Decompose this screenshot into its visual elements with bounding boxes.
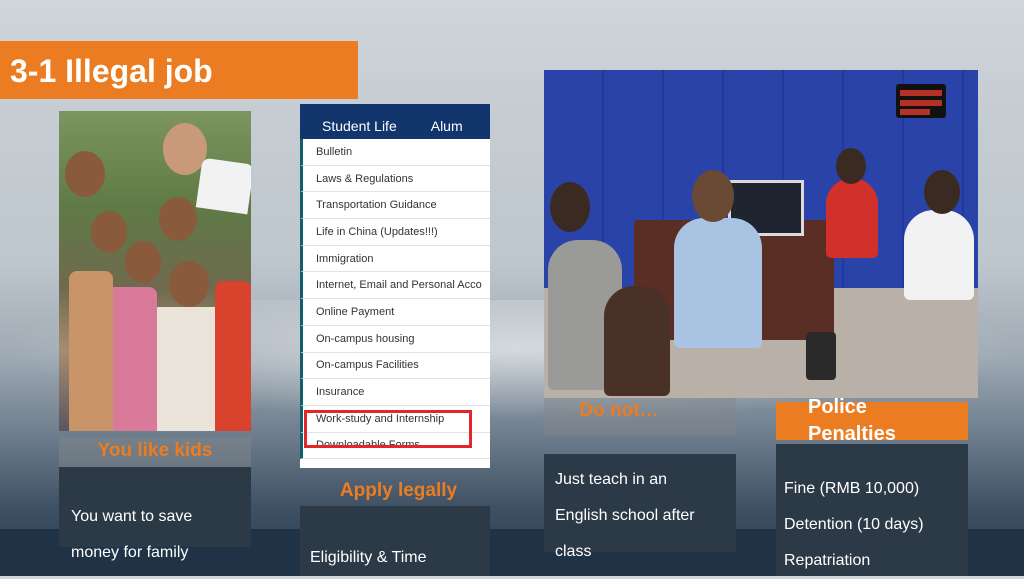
menu-item-insurance[interactable]: Insurance xyxy=(300,379,490,406)
penalties-title-line1: Police xyxy=(808,396,867,418)
title-banner: 3-1 Illegal job xyxy=(0,41,358,99)
digital-clock xyxy=(896,84,946,118)
menu-item-facilities[interactable]: On-campus Facilities xyxy=(300,352,490,380)
kid-shirt xyxy=(215,281,251,431)
penalty-detention: Detention (10 days) xyxy=(784,516,924,533)
kids-label: You like kids xyxy=(97,440,213,461)
chair xyxy=(604,286,670,396)
donot-text-line2: English school after xyxy=(555,507,695,524)
menu-item-internet[interactable]: Internet, Email and Personal Acco xyxy=(300,272,490,300)
apply-label: Apply legally xyxy=(339,480,458,501)
penalties-title: Police Penalties xyxy=(808,394,896,448)
trash-bin xyxy=(806,332,836,380)
officer-head xyxy=(692,170,734,222)
penalty-repatriation: Repatriation xyxy=(784,552,871,569)
menu-item-online-payment[interactable]: Online Payment xyxy=(300,299,490,326)
slide-title: 3-1 Illegal job xyxy=(10,53,213,89)
kid-face xyxy=(125,241,161,283)
apply-card: Eligibility & Time xyxy=(300,506,490,576)
paper-sheet xyxy=(195,157,251,215)
menu-tab-student-life[interactable]: Student Life xyxy=(322,118,397,134)
person-head xyxy=(836,148,866,184)
menu-item-laws[interactable]: Laws & Regulations xyxy=(300,165,490,193)
donot-text-line1: Just teach in an xyxy=(555,471,668,488)
kids-text-line1: You want to save xyxy=(71,508,193,525)
menu-item-life-in-china[interactable]: Life in China (Updates!!!) xyxy=(300,219,490,246)
donot-text-line3: class xyxy=(555,543,592,560)
penalties-header: Police Penalties xyxy=(776,396,968,445)
apply-text: Eligibility & Time xyxy=(310,549,427,566)
menu-tab-alum[interactable]: Alum xyxy=(431,118,463,134)
person-red-shirt xyxy=(826,178,878,258)
kid-face xyxy=(65,151,105,197)
donot-label: Do not… xyxy=(579,400,659,421)
officer xyxy=(674,218,762,348)
penalties-card: Fine (RMB 10,000) Detention (10 days) Re… xyxy=(776,444,968,576)
menu-item-bulletin[interactable]: Bulletin xyxy=(300,139,490,166)
work-study-highlight xyxy=(304,410,472,448)
menu-item-housing[interactable]: On-campus housing xyxy=(300,325,490,353)
kid-shirt xyxy=(69,271,113,431)
donot-card: Just teach in an English school after cl… xyxy=(544,454,736,560)
person-white-shirt xyxy=(904,210,974,300)
menu-item-immigration[interactable]: Immigration xyxy=(300,245,490,273)
kid-face xyxy=(91,211,127,253)
person-head xyxy=(924,170,960,214)
police-room-photo xyxy=(544,70,978,398)
kid-shirt xyxy=(151,307,223,431)
kid-face xyxy=(169,261,209,307)
kid-shirt xyxy=(107,287,157,431)
penalty-fine: Fine (RMB 10,000) xyxy=(784,480,920,497)
person-head xyxy=(550,182,590,232)
menu-header: Student Life Alum xyxy=(300,104,490,139)
kids-text-line2: money for family xyxy=(71,544,189,561)
kids-photo xyxy=(59,111,251,431)
menu-item-transportation[interactable]: Transportation Guidance xyxy=(300,192,490,220)
kid-face xyxy=(159,197,197,241)
kids-card: You want to save money for family xyxy=(59,467,251,561)
